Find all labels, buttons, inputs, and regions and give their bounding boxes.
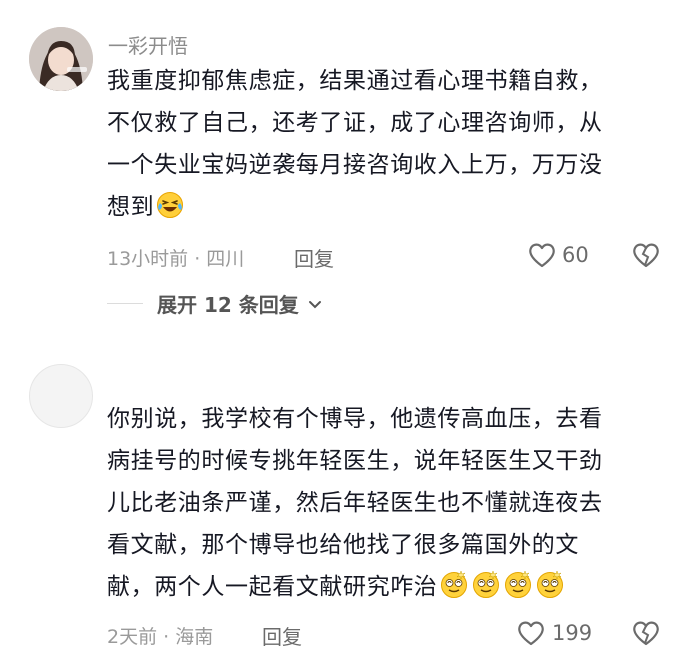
comment-text: 我重度抑郁焦虑症，结果通过看心理书籍自救， 不仅救了自己，还考了证，成了心理咨询…: [107, 60, 667, 233]
avatar[interactable]: [29, 27, 93, 91]
like-count: 60: [562, 243, 589, 267]
reply-button[interactable]: 回复: [262, 621, 302, 650]
like-button[interactable]: [527, 241, 557, 273]
divider-line: [107, 303, 143, 304]
broken-heart-icon: [633, 621, 659, 646]
dislike-button[interactable]: [631, 619, 661, 651]
chevron-down-icon: [308, 291, 322, 315]
expand-replies-label: 展开 12 条回复: [157, 293, 299, 317]
reply-button[interactable]: 回复: [294, 243, 334, 272]
broken-heart-icon: [633, 243, 659, 268]
comment-text: 你别说，我学校有个博导，他遗传高血压，去看 病挂号的时候专挑年轻医生，说年轻医生…: [107, 398, 667, 613]
comment-username[interactable]: 一彩开悟: [108, 30, 188, 59]
dislike-button[interactable]: [631, 241, 661, 273]
heart-icon: [518, 621, 544, 646]
user-avatar-photo-icon: [29, 27, 93, 91]
dizzy-face-emoji-icon: [437, 570, 565, 600]
laughing-crying-emoji-icon: [156, 191, 184, 233]
avatar[interactable]: [29, 364, 93, 428]
like-button[interactable]: [516, 619, 546, 651]
comment-time-location: 13小时前 · 四川: [107, 248, 245, 270]
expand-replies-button[interactable]: 展开 12 条回复: [157, 289, 322, 318]
heart-icon: [529, 243, 555, 268]
like-count: 199: [552, 621, 593, 645]
comment-time-location: 2天前 · 海南: [107, 626, 214, 648]
